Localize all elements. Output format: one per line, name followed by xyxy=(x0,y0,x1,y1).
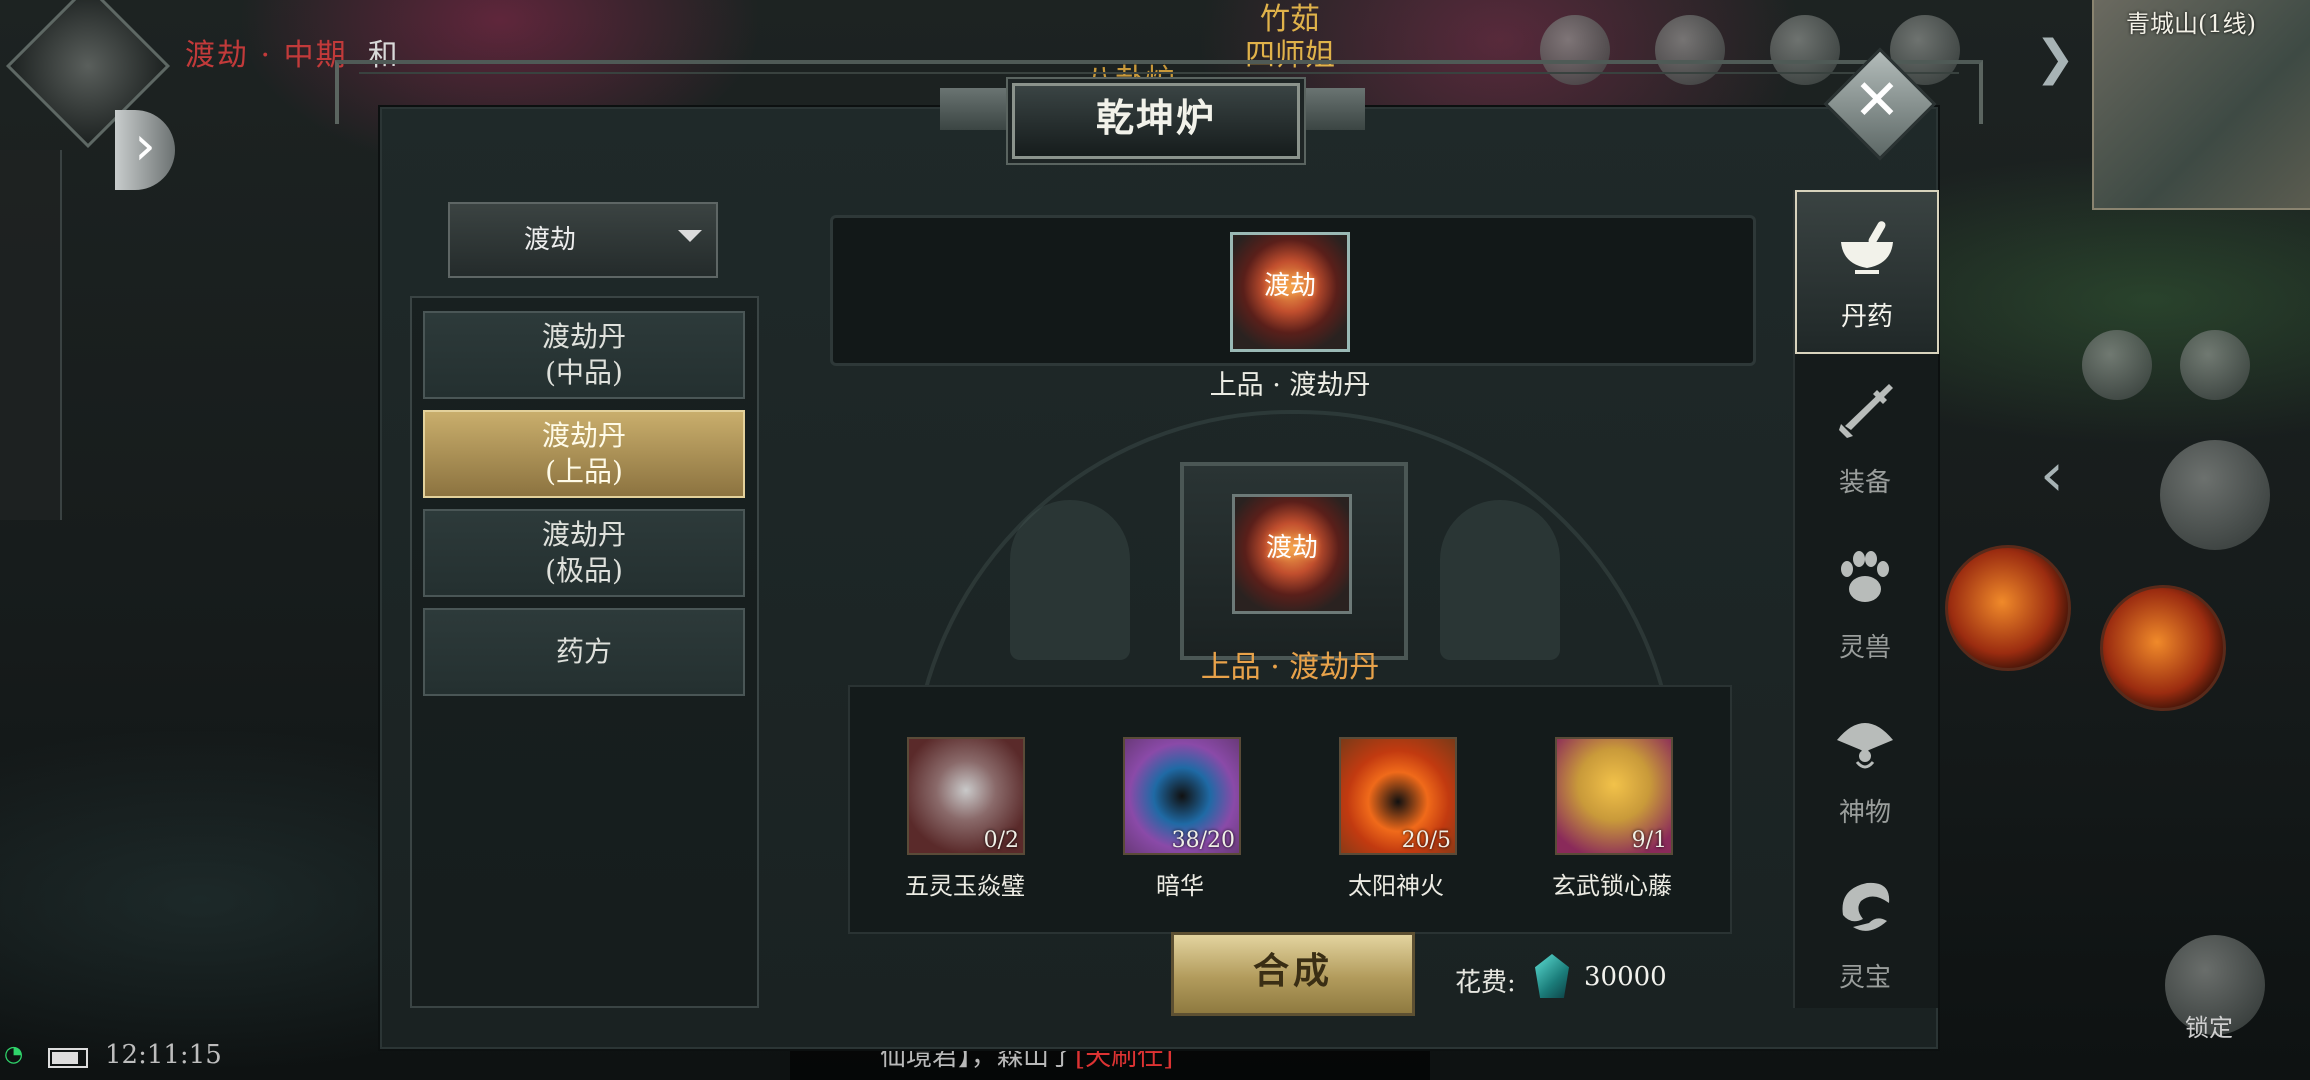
cost-label: 花费: xyxy=(1455,968,1516,998)
title-wing-left xyxy=(940,88,1015,130)
product-name: 上品 · 渡劫丹 xyxy=(1209,370,1371,401)
fan-icon xyxy=(1837,723,1893,769)
recipe-item-formula[interactable]: 药方 xyxy=(423,608,745,696)
golden-vine-icon[interactable]: 9/1 xyxy=(1555,737,1673,855)
material-count: 9/1 xyxy=(1631,828,1667,853)
skill-fire-button-2[interactable] xyxy=(2100,585,2226,711)
material-count: 38/20 xyxy=(1171,828,1235,853)
minimap[interactable]: 青城山(1线) xyxy=(2092,0,2310,210)
bag-icon[interactable] xyxy=(2082,330,2152,400)
material-name: 太阳神火 xyxy=(1348,872,1444,900)
battery-icon xyxy=(48,1048,88,1068)
jade-wall-icon[interactable]: 0/2 xyxy=(907,737,1025,855)
collapse-left-icon[interactable]: ‹ xyxy=(2040,440,2064,510)
sword-icon xyxy=(1839,384,1893,438)
dark-essence-icon[interactable]: 38/20 xyxy=(1123,737,1241,855)
tab-beasts[interactable]: 灵兽 xyxy=(1795,523,1935,683)
cost-value: 30000 xyxy=(1584,962,1667,992)
wifi-icon: ◔ xyxy=(4,1042,24,1067)
craft-button[interactable]: 合成 xyxy=(1171,932,1415,1016)
tab-pills[interactable]: 丹药 xyxy=(1795,190,1939,354)
mortar-pestle-icon xyxy=(1841,221,1893,274)
result-name: 上品 · 渡劫丹 xyxy=(1200,650,1380,685)
material-name: 玄武锁心藤 xyxy=(1552,872,1672,900)
system-clock: 12:11:15 xyxy=(105,1040,222,1070)
yin-yang-icon[interactable] xyxy=(2160,440,2270,550)
material-count: 0/2 xyxy=(983,828,1019,853)
expand-right-icon[interactable]: ❯ xyxy=(2035,30,2075,86)
material-name: 五灵玉焱璧 xyxy=(905,872,1025,900)
window-title: 乾坤炉 xyxy=(1012,83,1300,159)
title-wing-right xyxy=(1290,88,1365,130)
tier-dropdown[interactable]: 渡劫 xyxy=(448,202,718,278)
chevron-down-icon xyxy=(678,230,702,242)
tier-dropdown-value: 渡劫 xyxy=(523,225,576,255)
result-pill-icon[interactable]: 渡劫 xyxy=(1232,494,1352,614)
tab-artifacts[interactable]: 神物 xyxy=(1795,688,1935,848)
pill-icon[interactable]: 渡劫 xyxy=(1230,232,1350,352)
material-name: 暗华 xyxy=(1156,872,1204,900)
lock-label: 锁定 xyxy=(2185,1014,2233,1042)
recipe-item-high[interactable]: 渡劫丹 (上品) xyxy=(423,410,745,498)
guardian-beast-left xyxy=(1010,500,1130,660)
paw-icon xyxy=(1841,551,1889,602)
recipe-item-top[interactable]: 渡劫丹 (极品) xyxy=(423,509,745,597)
tab-treasures[interactable]: 灵宝 xyxy=(1795,853,1935,1013)
left-side-tab[interactable] xyxy=(0,150,62,520)
recipe-item-mid[interactable]: 渡劫丹 (中品) xyxy=(423,311,745,399)
sun-fire-icon[interactable]: 20/5 xyxy=(1339,737,1457,855)
skill-swap-icon[interactable] xyxy=(2180,330,2250,400)
guardian-beast-right xyxy=(1440,500,1560,660)
close-icon[interactable]: ✕ xyxy=(1840,64,1914,138)
minimap-title: 青城山(1线) xyxy=(2126,10,2256,38)
material-count: 20/5 xyxy=(1401,828,1451,853)
treasure-icon xyxy=(1842,882,1890,931)
skill-fire-button-1[interactable] xyxy=(1945,545,2071,671)
tab-equipment[interactable]: 装备 xyxy=(1795,358,1935,518)
